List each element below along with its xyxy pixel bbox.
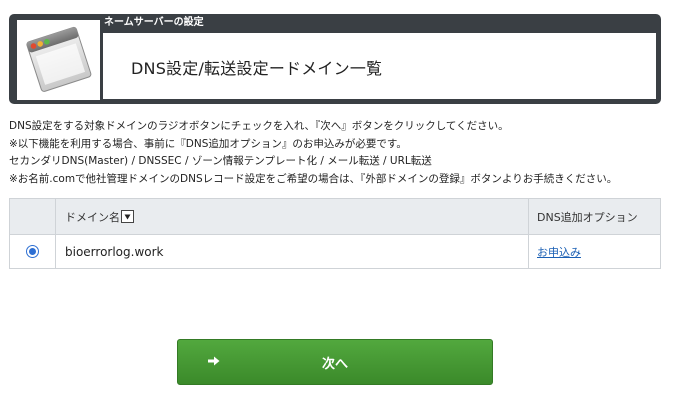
header-icon-box bbox=[17, 20, 100, 100]
radio-cell bbox=[9, 234, 56, 269]
next-button-label: 次へ bbox=[321, 356, 348, 371]
domain-radio-button[interactable] bbox=[26, 245, 39, 259]
table-header-row: ドメイン名 DNS追加オプション bbox=[9, 198, 661, 235]
description-line: DNS設定をする対象ドメインのラジオボタンにチェックを入れ、『次へ』ボタンをクリ… bbox=[9, 120, 509, 132]
apply-option-link[interactable]: お申込み bbox=[537, 246, 581, 259]
option-cell: お申込み bbox=[528, 234, 661, 269]
title-box: DNS設定/転送設定ードメイン一覧 bbox=[103, 33, 656, 99]
page-header: ネームサーバーの設定 DNS設定/転送設定ードメイン一覧 bbox=[9, 14, 661, 104]
domain-name-cell: bioerrorlog.work bbox=[55, 234, 529, 269]
domain-column-header: ドメイン名 bbox=[55, 198, 529, 235]
sort-down-icon[interactable] bbox=[121, 210, 134, 223]
next-button[interactable]: 次へ bbox=[177, 339, 493, 385]
section-label: ネームサーバーの設定 bbox=[104, 17, 204, 28]
option-column-header: DNS追加オプション bbox=[528, 198, 661, 235]
domain-table: ドメイン名 DNS追加オプション bioerrorlog.work お申込み bbox=[9, 198, 661, 269]
table-row: bioerrorlog.work お申込み bbox=[9, 234, 661, 269]
description-line: ※お名前.comで他社管理ドメインのDNSレコード設定をご希望の場合は、『外部ド… bbox=[9, 172, 618, 185]
description-text: DNS設定をする対象ドメインのラジオボタンにチェックを入れ、『次へ』ボタンをクリ… bbox=[9, 118, 669, 188]
application-window-icon bbox=[26, 26, 92, 92]
description-line: ※以下機能を利用する場合、事前に『DNS追加オプション』のお申込みが必要です。 bbox=[9, 137, 407, 150]
radio-column-header bbox=[9, 198, 56, 235]
description-line: セカンダリDNS(Master) / DNSSEC / ゾーン情報テンプレート化… bbox=[9, 155, 432, 167]
page-title: DNS設定/転送設定ードメイン一覧 bbox=[131, 59, 383, 78]
domain-header-label: ドメイン名 bbox=[65, 210, 120, 224]
